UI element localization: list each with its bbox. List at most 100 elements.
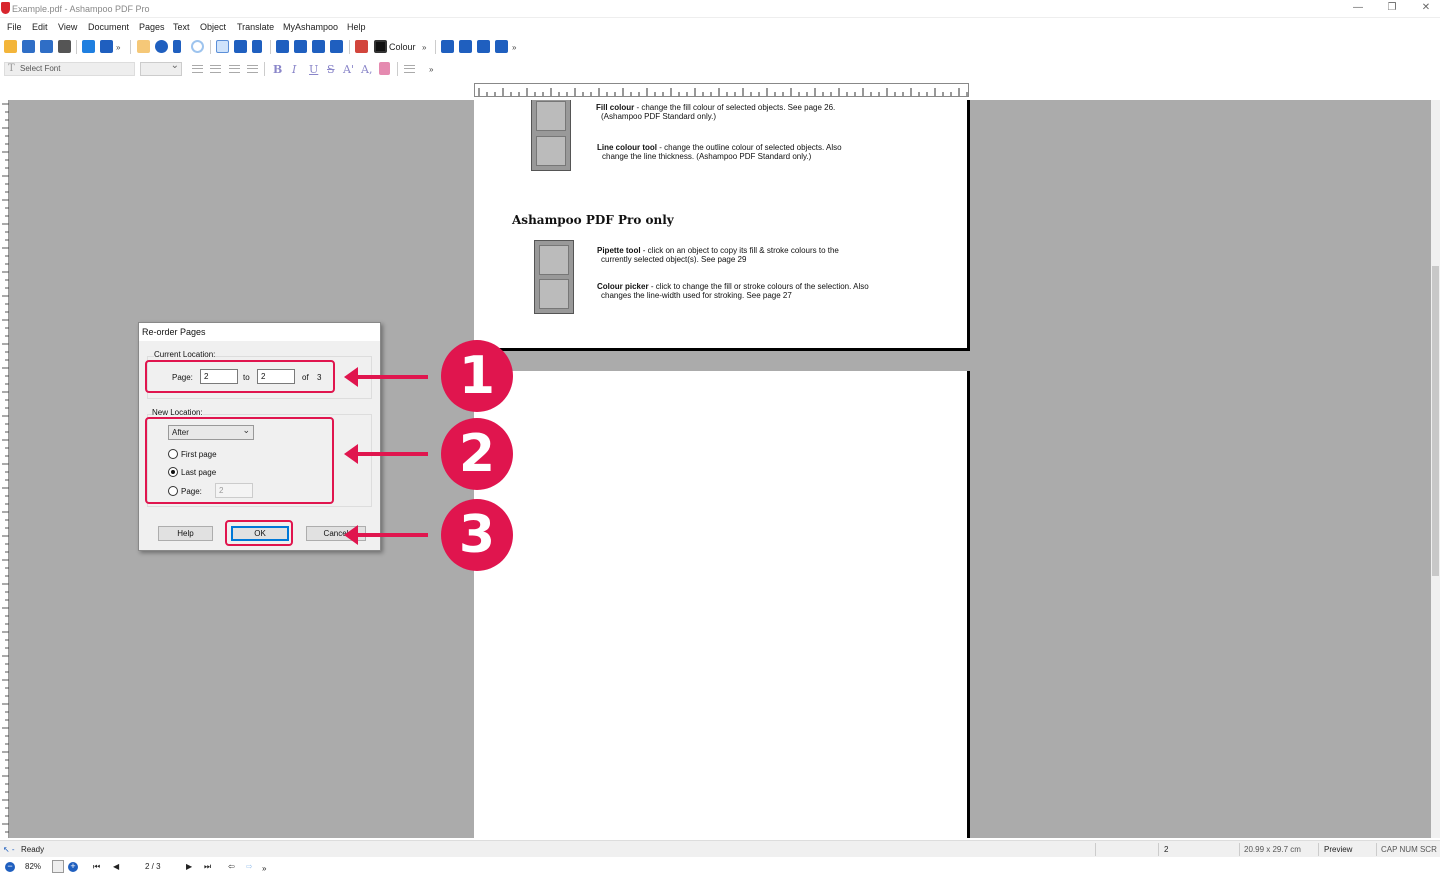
snapshot-icon[interactable]: [312, 40, 325, 53]
restore-button[interactable]: ❐: [1380, 2, 1404, 14]
dialog-titlebar[interactable]: Re-order Pages: [139, 323, 380, 341]
app-logo-icon: [1, 2, 10, 14]
highlight-new-location: [145, 417, 334, 504]
pipette-page-icon: [539, 245, 569, 275]
menu-document[interactable]: Document: [88, 22, 129, 32]
zoom-icon[interactable]: [155, 40, 168, 53]
status-paper-size: 20.99 x 29.7 cm: [1244, 845, 1301, 854]
print-icon[interactable]: [58, 40, 71, 53]
colour-picker-desc: - click to change the fill or stroke col…: [650, 282, 869, 291]
align-center-icon[interactable]: [210, 65, 221, 73]
menu-bar: File Edit View Document Pages Text Objec…: [0, 19, 1440, 35]
align-right-icon[interactable]: [229, 65, 240, 73]
line-pen-icon: [536, 136, 566, 166]
page-move-icon[interactable]: [477, 40, 490, 53]
toolbar-overflow-icon[interactable]: »: [422, 43, 426, 52]
fill-colour-title: Fill colour: [596, 103, 635, 112]
vertical-ruler-ticks: [2, 103, 9, 833]
text-add-icon[interactable]: [234, 40, 247, 53]
help-button[interactable]: Help: [158, 526, 213, 541]
menu-object[interactable]: Object: [200, 22, 226, 32]
menu-view[interactable]: View: [58, 22, 77, 32]
font-size-select[interactable]: [140, 60, 182, 76]
back-icon[interactable]: ⇦: [228, 862, 235, 871]
format-toolbar: Select Font B I U S A' A, »: [0, 59, 1440, 79]
dialog-title: Re-order Pages: [142, 327, 206, 337]
zoom-out-icon[interactable]: −: [5, 862, 15, 872]
annotation-badge-3: 3: [441, 499, 513, 571]
font-select[interactable]: Select Font: [4, 62, 135, 76]
open-icon[interactable]: [4, 40, 17, 53]
eraser-icon[interactable]: [379, 62, 390, 75]
align-left-icon[interactable]: [192, 65, 203, 73]
text-small-icon[interactable]: [252, 40, 262, 53]
colour-picker-title: Colour picker: [597, 282, 649, 291]
colour-button[interactable]: Colour: [389, 42, 416, 52]
nav-overflow-icon[interactable]: »: [262, 864, 266, 873]
pdf-page-2[interactable]: [474, 371, 970, 838]
menu-help[interactable]: Help: [347, 22, 366, 32]
next-page-icon[interactable]: ▶: [186, 862, 192, 871]
underline-button[interactable]: U: [309, 63, 318, 76]
save-all-icon[interactable]: [40, 40, 53, 53]
menu-pages[interactable]: Pages: [139, 22, 165, 32]
zoom-dropdown[interactable]: [52, 860, 64, 873]
close-button[interactable]: ✕: [1414, 2, 1438, 14]
status-indicators: CAP NUM SCR: [1381, 845, 1437, 854]
rotate-icon[interactable]: [191, 40, 204, 53]
zoom-in-icon[interactable]: +: [68, 862, 78, 872]
vertical-scrollbar[interactable]: [1431, 100, 1440, 838]
window-title: Example.pdf - Ashampoo PDF Pro: [12, 4, 150, 14]
prev-page-icon[interactable]: ◀: [113, 862, 119, 871]
page-icon[interactable]: [82, 40, 95, 53]
menu-file[interactable]: File: [7, 22, 22, 32]
forward-icon[interactable]: ⇨: [246, 862, 253, 871]
subscript-button[interactable]: A,: [361, 63, 372, 76]
hand-icon[interactable]: [137, 40, 150, 53]
arrow-2-icon: [344, 444, 428, 464]
link-icon[interactable]: [294, 40, 307, 53]
pdf-page-1[interactable]: Fill colour - change the fill colour of …: [474, 100, 970, 351]
superscript-button[interactable]: A': [343, 63, 354, 76]
pipette-icon[interactable]: [355, 40, 368, 53]
zoom-level[interactable]: 82%: [25, 862, 41, 871]
first-page-icon[interactable]: ⏮: [93, 862, 100, 872]
page-extract-icon[interactable]: [459, 40, 472, 53]
menu-text[interactable]: Text: [173, 22, 190, 32]
join-icon[interactable]: [330, 40, 343, 53]
colour-swatch-icon[interactable]: [374, 40, 387, 53]
menu-translate[interactable]: Translate: [237, 22, 274, 32]
menu-edit[interactable]: Edit: [32, 22, 48, 32]
annotation-badge-1: 1: [441, 340, 513, 412]
toolbar-overflow-icon[interactable]: »: [512, 43, 516, 52]
toolbar-overflow-icon[interactable]: »: [429, 65, 433, 74]
status-mode: Preview: [1324, 845, 1353, 854]
vertical-ruler: [0, 100, 9, 838]
save-icon[interactable]: [22, 40, 35, 53]
minimize-button[interactable]: —: [1346, 2, 1370, 14]
italic-button[interactable]: I: [292, 63, 296, 76]
line-colour-desc2: change the line thickness. (Ashampoo PDF…: [602, 152, 812, 161]
scan-icon[interactable]: [100, 40, 113, 53]
colour-picker-desc2: changes the line-width used for stroking…: [601, 291, 792, 300]
crop-icon[interactable]: [276, 40, 289, 53]
menu-myashampoo[interactable]: MyAshampoo: [283, 22, 338, 32]
last-page-icon[interactable]: ⏭: [204, 862, 211, 872]
justify-icon[interactable]: [247, 65, 258, 73]
text-tool-icon[interactable]: [216, 40, 229, 53]
page-delete-icon[interactable]: [495, 40, 508, 53]
select-arrow-icon[interactable]: [173, 40, 181, 53]
strikethrough-button[interactable]: S: [327, 63, 335, 76]
line-colour-title: Line colour tool: [597, 143, 657, 152]
highlight-current-location: [145, 360, 335, 393]
ruler-row: [0, 80, 1440, 100]
pipette-desc2: currently selected object(s). See page 2…: [601, 255, 747, 264]
fill-colour-desc: - change the fill colour of selected obj…: [636, 103, 836, 112]
page-indicator[interactable]: 2 / 3: [145, 862, 161, 871]
page-insert-icon[interactable]: [441, 40, 454, 53]
scrollbar-thumb[interactable]: [1432, 266, 1439, 576]
toolbar-overflow-icon[interactable]: »: [116, 43, 120, 52]
line-spacing-icon[interactable]: [404, 65, 415, 73]
arrow-1-icon: [344, 367, 428, 387]
bold-button[interactable]: B: [273, 63, 282, 76]
